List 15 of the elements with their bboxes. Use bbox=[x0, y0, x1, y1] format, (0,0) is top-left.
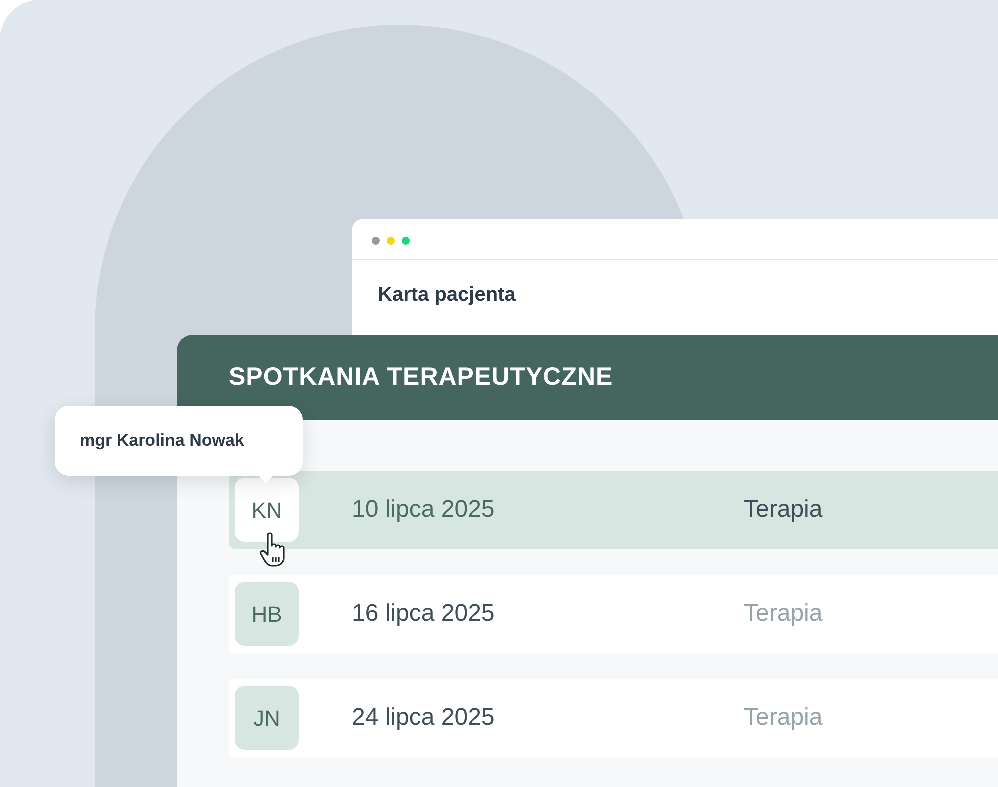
window-title: Karta pacjenta bbox=[378, 283, 516, 308]
session-type: Terapia bbox=[744, 703, 823, 733]
tooltip-text: mgr Karolina Nowak bbox=[80, 430, 244, 452]
session-row[interactable]: KN 10 lipca 2025 Terapia bbox=[229, 471, 998, 549]
initials-avatar[interactable]: HB bbox=[235, 582, 299, 646]
panel-title: SPOTKANIA TERAPEUTYCZNE bbox=[229, 362, 614, 393]
session-date: 16 lipca 2025 bbox=[352, 599, 496, 629]
session-type: Terapia bbox=[744, 599, 823, 629]
session-row[interactable]: JN 24 lipca 2025 Terapia bbox=[229, 679, 998, 757]
session-date: 10 lipca 2025 bbox=[352, 495, 496, 525]
session-date: 24 lipca 2025 bbox=[352, 703, 496, 733]
session-type: Terapia bbox=[744, 495, 823, 525]
initials-avatar[interactable]: KN bbox=[235, 478, 299, 542]
initials-avatar[interactable]: JN bbox=[235, 686, 299, 750]
session-row[interactable]: HB 16 lipca 2025 Terapia bbox=[229, 575, 998, 653]
